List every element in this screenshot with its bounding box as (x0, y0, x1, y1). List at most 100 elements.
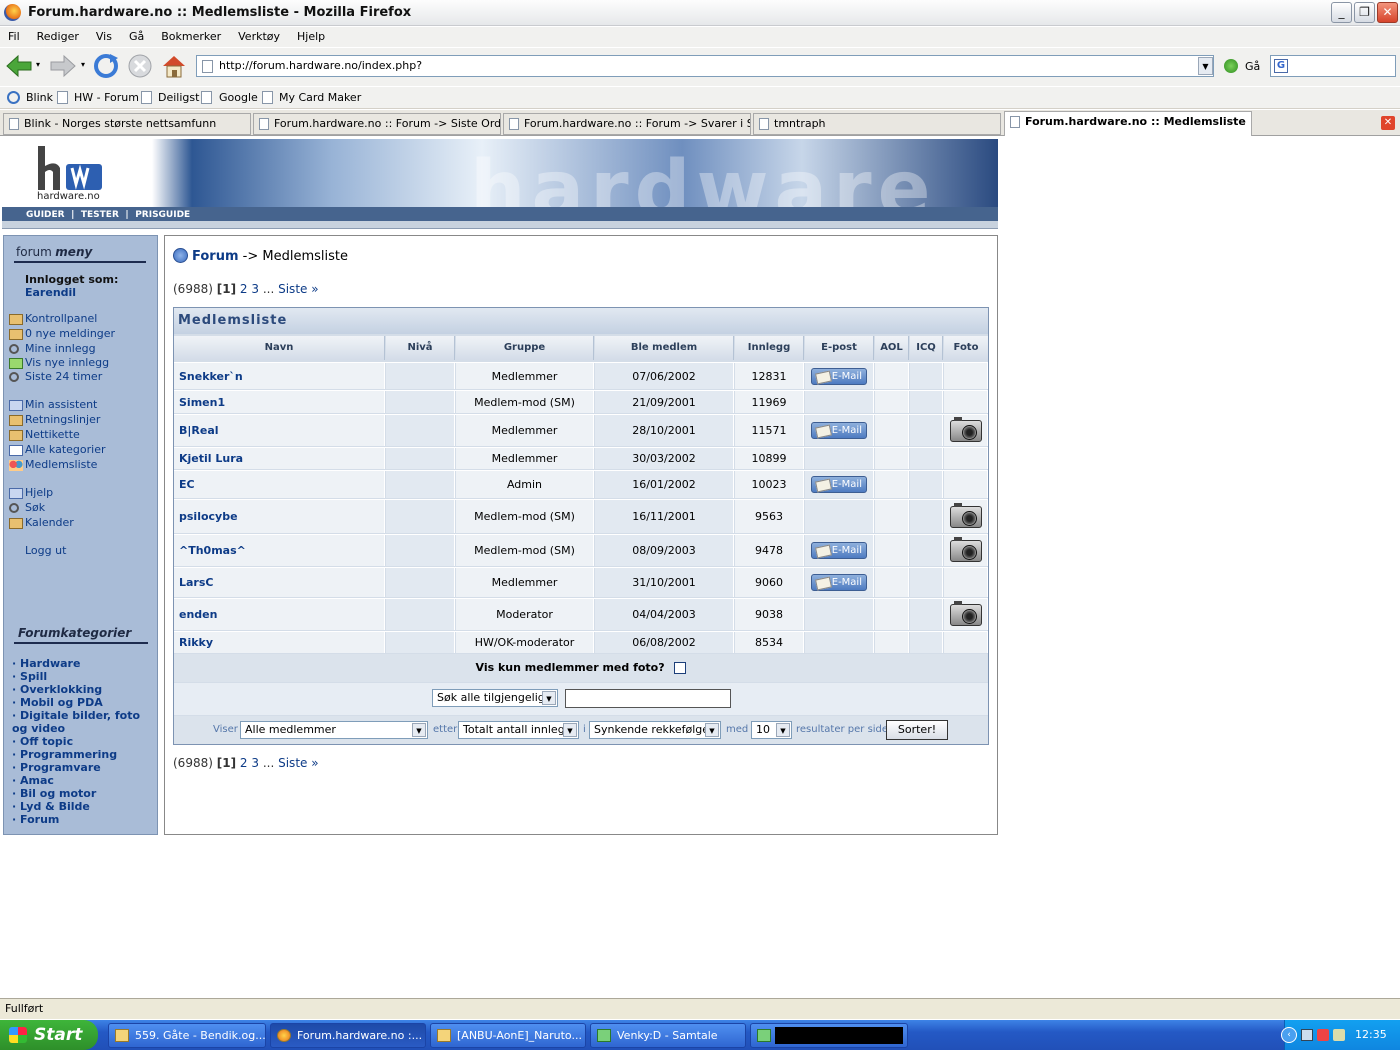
username-link[interactable]: Earendil (25, 286, 76, 299)
email-button[interactable]: E-Mail (811, 422, 867, 439)
category-off-topic[interactable]: · Off topic (12, 735, 73, 748)
nav-prisguide[interactable]: PRISGUIDE (135, 210, 190, 220)
menu-tools[interactable]: Verktøy (238, 27, 280, 47)
member-name-link[interactable]: LarsC (174, 576, 213, 589)
category-mobil[interactable]: · Mobil og PDA (12, 696, 103, 709)
category-overklokking[interactable]: · Overklokking (12, 683, 102, 696)
category-programvare[interactable]: · Programvare (12, 761, 101, 774)
sidebar-item-nettikette[interactable]: Nettikette (25, 428, 80, 441)
last-page-link[interactable]: Siste » (278, 756, 318, 770)
camera-icon[interactable] (949, 416, 982, 442)
taskbar-item-chat[interactable]: Venky:D - Samtale (590, 1023, 746, 1048)
go-icon[interactable] (1224, 59, 1238, 73)
category-hardware[interactable]: · Hardware (12, 657, 80, 670)
back-dropdown-icon[interactable]: ▾ (36, 60, 40, 69)
sort-field-select[interactable]: Totalt antall innlegg ▼ (458, 721, 579, 739)
taskbar-item-hidden[interactable] (750, 1023, 908, 1048)
tab-blink[interactable]: Blink - Norges største nettsamfunn (3, 113, 251, 135)
search-scope-select[interactable]: Søk alle tilgjengelige ▼ (432, 689, 558, 707)
bookmark-deiligst[interactable]: Deiligst (158, 91, 199, 104)
header-ble-medlem[interactable]: Ble medlem (595, 336, 734, 360)
sidebar-item-sok[interactable]: Søk (25, 501, 45, 514)
sidebar-item-messages[interactable]: 0 nye meldinger (25, 327, 115, 340)
camera-icon[interactable] (949, 536, 982, 562)
forward-icon[interactable] (48, 52, 76, 80)
camera-icon[interactable] (949, 600, 982, 626)
sort-button[interactable]: Sorter! (886, 720, 948, 740)
category-digitale-bilder-cont[interactable]: og video (12, 722, 65, 735)
security-icon[interactable] (1317, 1029, 1329, 1041)
page-link[interactable]: 3 (251, 282, 259, 296)
logout-link[interactable]: Logg ut (25, 544, 66, 557)
member-name-link[interactable]: EC (174, 478, 195, 491)
sidebar-item-kalender[interactable]: Kalender (25, 516, 74, 529)
start-button[interactable]: Start (0, 1020, 98, 1050)
sidebar-item-mine-innlegg[interactable]: Mine innlegg (25, 342, 96, 355)
category-amac[interactable]: · Amac (12, 774, 54, 787)
category-lyd-bilde[interactable]: · Lyd & Bilde (12, 800, 90, 813)
go-button[interactable]: Gå (1245, 60, 1260, 73)
menu-edit[interactable]: Rediger (37, 27, 79, 47)
category-programmering[interactable]: · Programmering (12, 748, 117, 761)
sidebar-item-hjelp[interactable]: Hjelp (25, 486, 53, 499)
last-page-link[interactable]: Siste » (278, 282, 318, 296)
email-button[interactable]: E-Mail (811, 367, 867, 385)
page-link[interactable]: 2 (240, 756, 248, 770)
category-bil-og-motor[interactable]: · Bil og motor (12, 787, 96, 800)
url-bar[interactable]: http://forum.hardware.no/index.php? (196, 55, 1214, 77)
url-dropdown-icon[interactable]: ▼ (1198, 57, 1213, 75)
sidebar-item-kontrollpanel[interactable]: Kontrollpanel (25, 312, 97, 325)
tab-medlemsliste[interactable]: Forum.hardware.no :: Medlemsliste (1004, 111, 1252, 136)
back-icon[interactable] (4, 52, 32, 80)
member-name-link[interactable]: Snekker`n (174, 370, 243, 383)
email-button[interactable]: E-Mail (811, 542, 867, 559)
category-forum[interactable]: · Forum (12, 813, 59, 826)
member-search-input[interactable] (565, 689, 731, 708)
network-icon[interactable] (1301, 1029, 1313, 1041)
bookmark-my-card-maker[interactable]: My Card Maker (279, 91, 361, 104)
clock[interactable]: 12:35 (1355, 1020, 1387, 1050)
breadcrumb-forum-link[interactable]: Forum (192, 249, 239, 264)
member-name-link[interactable]: ^Th0mas^ (174, 544, 246, 557)
email-button[interactable]: E-Mail (811, 476, 867, 493)
sidebar-item-vis-nye[interactable]: Vis nye innlegg (25, 356, 109, 369)
volume-icon[interactable] (1333, 1029, 1345, 1041)
header-navn[interactable]: Navn (174, 336, 385, 360)
stop-icon[interactable] (126, 52, 154, 80)
per-page-select[interactable]: 10 ▼ (751, 721, 792, 739)
sort-order-select[interactable]: Synkende rekkefølge ▼ (589, 721, 721, 739)
menu-help[interactable]: Hjelp (297, 27, 325, 47)
member-name-link[interactable]: Simen1 (174, 396, 225, 409)
home-icon[interactable] (160, 52, 188, 80)
bookmark-blink[interactable]: Blink (26, 91, 53, 104)
nav-tester[interactable]: TESTER (81, 210, 119, 220)
tab-tmntraph[interactable]: tmntraph (753, 113, 1001, 135)
member-filter-select[interactable]: Alle medlemmer ▼ (240, 721, 428, 739)
tab-svarer[interactable]: Forum.hardware.no :: Forum -> Svarer i S… (503, 113, 751, 135)
bookmark-google[interactable]: Google (219, 91, 258, 104)
header-gruppe[interactable]: Gruppe (456, 336, 594, 360)
header-icq[interactable]: ICQ (910, 336, 943, 360)
sidebar-item-min-assistent[interactable]: Min assistent (25, 398, 97, 411)
header-innlegg[interactable]: Innlegg (735, 336, 804, 360)
taskbar-item-firefox[interactable]: Forum.hardware.no :... (270, 1023, 426, 1048)
sidebar-item-alle-kategorier[interactable]: Alle kategorier (25, 443, 105, 456)
sidebar-item-retningslinjer[interactable]: Retningslinjer (25, 413, 100, 426)
email-button[interactable]: E-Mail (811, 574, 867, 591)
header-epost[interactable]: E-post (805, 336, 874, 360)
member-name-link[interactable]: enden (174, 608, 217, 621)
page-link[interactable]: 3 (251, 756, 259, 770)
category-spill[interactable]: · Spill (12, 670, 47, 683)
member-name-link[interactable]: Kjetil Lura (174, 452, 243, 465)
sidebar-item-siste-24[interactable]: Siste 24 timer (25, 370, 102, 383)
taskbar-item-folder[interactable]: [ANBU-AonE]_Naruto... (430, 1023, 586, 1048)
restore-button[interactable]: ❐ (1354, 2, 1375, 23)
tab-siste-ordet[interactable]: Forum.hardware.no :: Forum -> Siste Orde… (253, 113, 501, 135)
header-aol[interactable]: AOL (875, 336, 909, 360)
category-digitale-bilder[interactable]: · Digitale bilder, foto (12, 709, 140, 722)
close-window-button[interactable]: ✕ (1377, 2, 1398, 23)
forward-dropdown-icon[interactable]: ▾ (81, 60, 85, 69)
reload-icon[interactable] (92, 52, 120, 80)
header-foto[interactable]: Foto (944, 336, 988, 360)
close-tab-icon[interactable]: ✕ (1381, 116, 1395, 130)
